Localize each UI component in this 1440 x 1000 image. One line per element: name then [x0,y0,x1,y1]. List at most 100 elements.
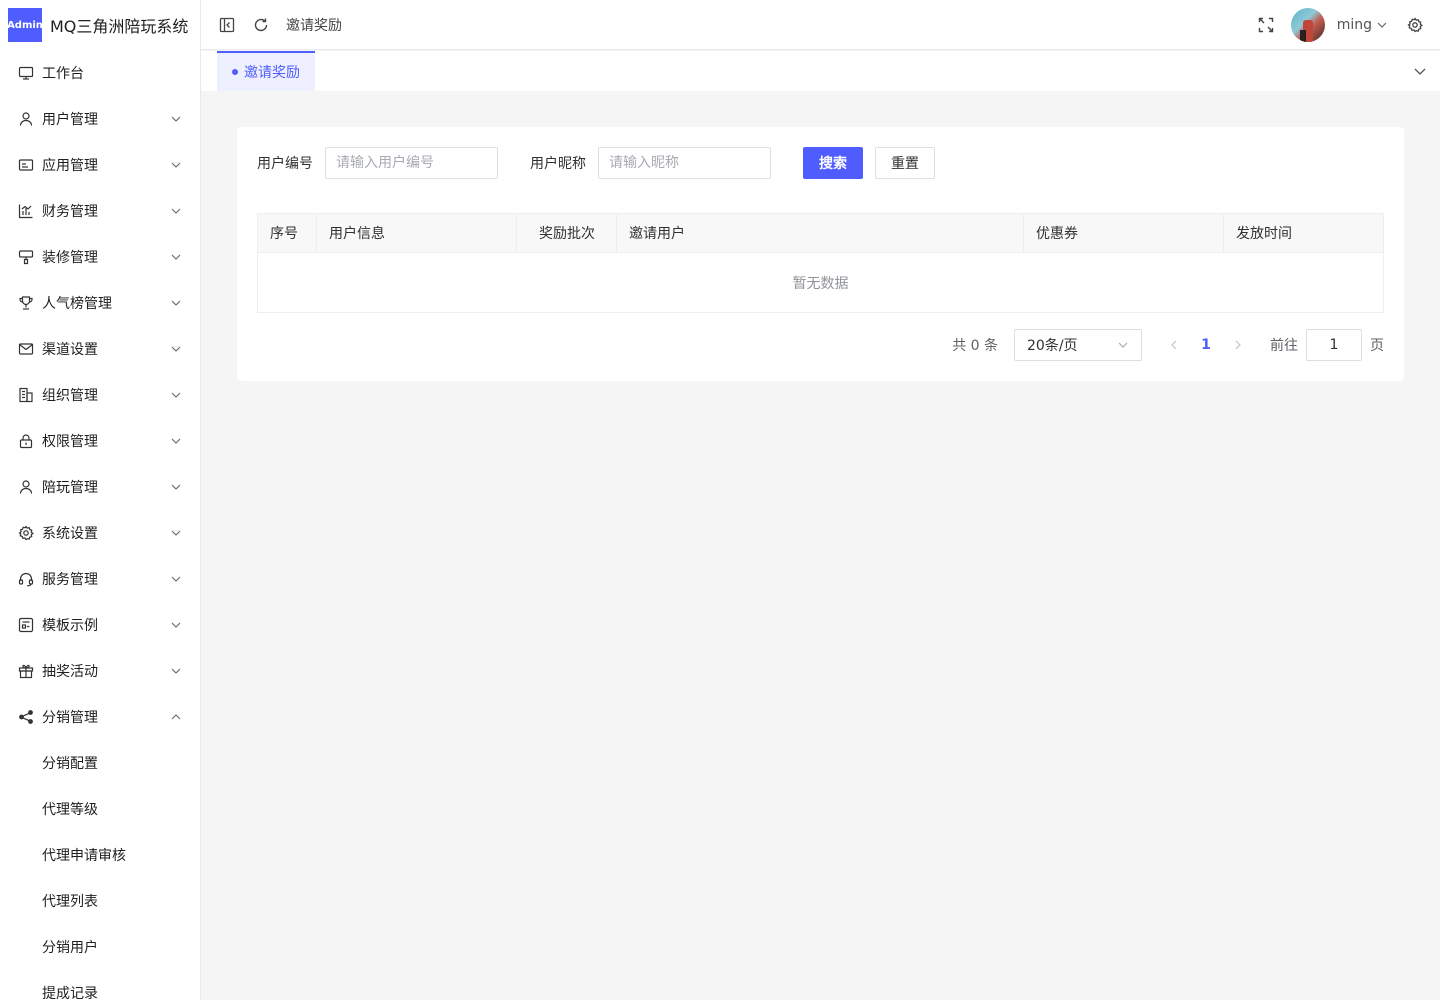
sidebar-item-label: 装修管理 [42,250,98,266]
chevron-down-icon [170,251,182,263]
sidebar-item-label: 工作台 [42,66,84,82]
page-size-select[interactable]: 20条/页 [1014,329,1142,361]
sidebar-sub-item[interactable]: 提成记录 [0,970,200,1000]
column-header: 发放时间 [1236,226,1292,242]
total-count: 共 0 条 [952,338,998,354]
trophy-icon [18,295,34,311]
sidebar-item-label: 渠道设置 [42,342,98,358]
chart-icon [18,203,34,219]
username[interactable]: ming [1337,17,1372,33]
chevron-down-icon [170,619,182,631]
headset-icon [18,571,34,587]
gear-icon[interactable] [1406,16,1424,34]
chevron-down-icon [170,113,182,125]
empty-state: 暂无数据 [792,275,849,292]
tab-invite-reward[interactable]: 邀请奖励 [217,51,315,91]
lock-icon [18,433,34,449]
logo-badge: Admin [7,8,43,42]
sidebar-sub-item[interactable]: 代理申请审核 [0,832,200,878]
table-header: 序号 用户信息 奖励批次 邀请用户 优惠券 发放时间 [258,214,1383,253]
sidebar-item[interactable]: 装修管理 [0,234,200,280]
share-icon [18,709,34,725]
sidebar-item[interactable]: 工作台 [0,50,200,96]
chevron-down-icon [170,205,182,217]
sidebar-sub-item[interactable]: 分销配置 [0,740,200,786]
data-table: 序号 用户信息 奖励批次 邀请用户 优惠券 发放时间 暂无数据 [257,213,1384,313]
sidebar-sub-item[interactable]: 分销用户 [0,924,200,970]
sidebar-item[interactable]: 应用管理 [0,142,200,188]
gift-icon [18,663,34,679]
page-number[interactable]: 1 [1190,329,1222,361]
sidebar: Admin MQ三角洲陪玩系统 工作台用户管理应用管理财务管理装修管理人气榜管理… [0,0,201,1000]
sidebar-sub-item[interactable]: 代理等级 [0,786,200,832]
sidebar-item-label: 组织管理 [42,388,98,404]
mail-icon [18,341,34,357]
pagination: 共 0 条 20条/页 1 前往 页 [952,329,1384,361]
nickname-input[interactable] [598,147,771,179]
search-form: 用户编号 用户昵称 搜索 重置 [257,147,935,179]
sidebar-item[interactable]: 用户管理 [0,96,200,142]
avatar[interactable] [1290,8,1325,42]
prev-page-button[interactable] [1158,329,1190,361]
sidebar-sub-item[interactable]: 代理列表 [0,878,200,924]
user-id-label: 用户编号 [257,156,313,172]
sidebar-item[interactable]: 模板示例 [0,602,200,648]
logo[interactable]: Admin MQ三角洲陪玩系统 [0,0,200,50]
sidebar-item-label: 财务管理 [42,204,98,220]
sidebar-item[interactable]: 系统设置 [0,510,200,556]
chevron-down-icon [170,435,182,447]
building-icon [18,387,34,403]
user-icon [18,479,34,495]
goto-page-input[interactable] [1306,329,1362,361]
sidebar-item[interactable]: 组织管理 [0,372,200,418]
column-header: 优惠券 [1024,214,1224,252]
fullscreen-icon[interactable] [1257,16,1275,34]
column-header: 邀请用户 [617,214,1024,252]
nickname-label: 用户昵称 [530,156,586,172]
tabs-dropdown-icon[interactable] [1412,63,1428,79]
refresh-icon[interactable] [252,16,270,34]
sidebar-item[interactable]: 人气榜管理 [0,280,200,326]
chevron-down-icon[interactable] [1376,16,1388,34]
chevron-down-icon [170,665,182,677]
chevron-down-icon [170,389,182,401]
tabs-bar: 邀请奖励 [201,51,1440,91]
user-id-input[interactable] [325,147,498,179]
sidebar-item[interactable]: 渠道设置 [0,326,200,372]
chevron-down-icon [1118,342,1128,348]
sidebar-item[interactable]: 服务管理 [0,556,200,602]
sidebar-item[interactable]: 陪玩管理 [0,464,200,510]
sidebar-item-label: 应用管理 [42,158,98,174]
sidebar-item[interactable]: 分销管理 [0,694,200,740]
chevron-down-icon [170,297,182,309]
sidebar-item-label: 抽奖活动 [42,664,98,680]
sidebar-item-label: 用户管理 [42,112,98,128]
sidebar-menu: 工作台用户管理应用管理财务管理装修管理人气榜管理渠道设置组织管理权限管理 陪玩管理… [0,50,200,1000]
sidebar-item-label: 模板示例 [42,618,98,634]
chevron-left-icon [1171,340,1177,350]
chevron-down-icon [170,527,182,539]
chevron-down-icon [170,343,182,355]
sidebar-item[interactable]: 抽奖活动 [0,648,200,694]
chevron-right-icon [1235,340,1241,350]
chevron-down-icon [170,573,182,585]
page-size-value: 20条/页 [1027,338,1078,354]
reset-button[interactable]: 重置 [875,147,935,179]
template-icon [18,617,34,633]
main-card: 用户编号 用户昵称 搜索 重置 序号 用户信息 奖励批次 邀请用户 优惠券 发放… [237,127,1404,381]
monitor-icon [18,65,34,81]
user-icon [18,111,34,127]
search-button[interactable]: 搜索 [803,147,863,179]
chevron-down-icon [170,481,182,493]
sidebar-item[interactable]: 财务管理 [0,188,200,234]
next-page-button[interactable] [1222,329,1254,361]
sidebar-item-label: 人气榜管理 [42,296,112,312]
gear-icon [18,525,34,541]
goto-label: 前往 [1270,338,1298,354]
app-title: MQ三角洲陪玩系统 [50,17,189,36]
sidebar-item[interactable]: 权限管理 [0,418,200,464]
sidebar-item-label: 系统设置 [42,526,98,542]
collapse-sidebar-icon[interactable] [218,16,236,34]
active-dot-icon [232,69,238,75]
column-header: 奖励批次 [517,214,617,252]
